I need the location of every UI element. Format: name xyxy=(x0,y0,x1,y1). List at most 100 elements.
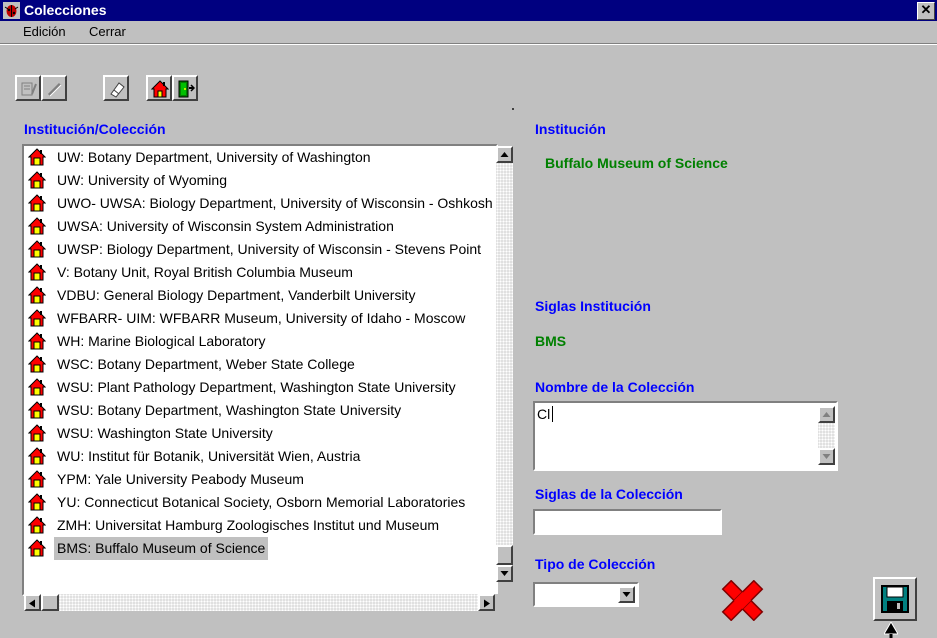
list-item-label: UW: Botany Department, University of Was… xyxy=(57,149,371,165)
list-item[interactable]: WSU: Washington State University xyxy=(24,422,494,445)
institution-house-icon xyxy=(28,217,46,235)
list-item-label: BMS: Buffalo Museum of Science xyxy=(54,537,269,560)
arrow-left-icon xyxy=(29,599,35,608)
toolbar-eraser-button[interactable] xyxy=(103,75,129,101)
menu-edicion-label: Edición xyxy=(23,24,66,39)
list-vertical-thumb[interactable] xyxy=(496,545,513,565)
dot-artifact xyxy=(512,108,514,110)
institution-house-icon xyxy=(28,539,46,557)
arrow-down-icon xyxy=(822,454,831,459)
toolbar-institution-button[interactable] xyxy=(146,75,172,101)
list-item[interactable]: YU: Connecticut Botanical Society, Osbor… xyxy=(24,491,494,514)
list-item[interactable]: BMS: Buffalo Museum of Science xyxy=(24,537,494,560)
close-window-button[interactable]: ✕ xyxy=(917,2,935,20)
institution-house-icon xyxy=(151,80,169,98)
window-title: Colecciones xyxy=(24,2,107,18)
institution-house-icon xyxy=(28,332,46,350)
list-item-label: WSU: Washington State University xyxy=(57,425,273,441)
list-item-label: WSC: Botany Department, Weber State Coll… xyxy=(57,356,355,372)
scroll-down-button[interactable] xyxy=(496,565,513,582)
tipo-coleccion-select[interactable] xyxy=(533,582,639,607)
institution-house-icon xyxy=(28,424,46,442)
list-item-label: V: Botany Unit, Royal British Columbia M… xyxy=(57,264,353,280)
list-item-label: ZMH: Universitat Hamburg Zoologisches In… xyxy=(57,517,440,533)
floppy-disk-icon xyxy=(881,585,909,613)
menu-cerrar-label: Cerrar xyxy=(89,24,126,39)
institution-house-icon xyxy=(28,194,46,212)
list-item-label: UW: University of Wyoming xyxy=(57,172,227,188)
list-item[interactable]: V: Botany Unit, Royal British Columbia M… xyxy=(24,261,494,284)
nombre-coleccion-text: Cl xyxy=(537,406,551,422)
institution-house-icon xyxy=(28,240,46,258)
institution-house-icon xyxy=(28,309,46,327)
cancel-button[interactable] xyxy=(718,580,767,621)
list-item-label: YU: Connecticut Botanical Society, Osbor… xyxy=(57,494,466,510)
scroll-right-button[interactable] xyxy=(478,594,495,611)
list-item[interactable]: WSC: Botany Department, Weber State Coll… xyxy=(24,353,494,376)
mouse-cursor-icon xyxy=(884,622,898,638)
list-item[interactable]: UW: Botany Department, University of Was… xyxy=(24,146,494,169)
siglas-coleccion-label: Siglas de la Colección xyxy=(535,486,683,502)
list-item[interactable]: WSU: Plant Pathology Department, Washing… xyxy=(24,376,494,399)
arrow-down-icon xyxy=(500,571,509,576)
list-item[interactable]: YPM: Yale University Peabody Museum xyxy=(24,468,494,491)
scroll-up-button[interactable] xyxy=(496,146,513,163)
menu-edicion[interactable]: Edición xyxy=(23,24,66,40)
tipo-dropdown-button[interactable] xyxy=(618,586,635,603)
save-button[interactable] xyxy=(873,577,917,621)
institution-collection-list[interactable]: UW: Botany Department, University of Was… xyxy=(22,144,498,596)
toolbar-pencil-button[interactable] xyxy=(41,75,67,101)
list-item[interactable]: WU: Institut für Botanik, Universität Wi… xyxy=(24,445,494,468)
nombre-scroll-up-button[interactable] xyxy=(818,406,835,423)
institution-house-icon xyxy=(28,470,46,488)
institution-house-icon xyxy=(28,378,46,396)
list-item[interactable]: UWSP: Biology Department, University of … xyxy=(24,238,494,261)
list-item-label: UWO- UWSA: Biology Department, Universit… xyxy=(57,195,493,211)
institution-house-icon xyxy=(28,516,46,534)
institution-house-icon xyxy=(28,286,46,304)
close-icon: ✕ xyxy=(920,2,932,17)
menu-cerrar[interactable]: Cerrar xyxy=(89,24,126,40)
list-item[interactable]: WSU: Botany Department, Washington State… xyxy=(24,399,494,422)
list-item-label: UWSA: University of Wisconsin System Adm… xyxy=(57,218,394,234)
institution-house-icon xyxy=(28,355,46,373)
siglas-institucion-value: BMS xyxy=(535,333,567,349)
list-item[interactable]: WH: Marine Biological Laboratory xyxy=(24,330,494,353)
list-horizontal-thumb[interactable] xyxy=(41,594,59,611)
nombre-scroll-track[interactable] xyxy=(818,423,835,448)
menu-separator xyxy=(0,43,937,45)
list-item-label: YPM: Yale University Peabody Museum xyxy=(57,471,304,487)
list-item-label: WH: Marine Biological Laboratory xyxy=(57,333,266,349)
list-heading: Institución/Colección xyxy=(24,121,166,137)
arrow-up-icon xyxy=(822,412,831,417)
institution-house-icon xyxy=(28,447,46,465)
toolbar-exit-button[interactable] xyxy=(172,75,198,101)
title-bar: Colecciones ✕ xyxy=(0,0,937,21)
nombre-coleccion-field[interactable]: Cl xyxy=(533,401,838,471)
institution-house-icon xyxy=(28,263,46,281)
nombre-scroll-down-button[interactable] xyxy=(818,448,835,465)
list-item[interactable]: ZMH: Universitat Hamburg Zoologisches In… xyxy=(24,514,494,537)
nombre-coleccion-label: Nombre de la Colección xyxy=(535,379,695,395)
list-item[interactable]: UW: University of Wyoming xyxy=(24,169,494,192)
list-vertical-track[interactable] xyxy=(496,163,513,565)
siglas-coleccion-input[interactable] xyxy=(533,509,722,535)
institution-house-icon xyxy=(28,148,46,166)
scroll-left-button[interactable] xyxy=(24,594,41,611)
institution-house-icon xyxy=(28,493,46,511)
list-item-label: UWSP: Biology Department, University of … xyxy=(57,241,482,257)
arrow-right-icon xyxy=(484,599,490,608)
list-item-label: WSU: Plant Pathology Department, Washing… xyxy=(57,379,456,395)
menu-bar: Edición Cerrar xyxy=(0,21,937,42)
red-x-icon xyxy=(721,580,764,621)
scrollbar-corner xyxy=(495,594,513,611)
list-horizontal-track[interactable] xyxy=(59,594,478,611)
siglas-institucion-label: Siglas Institución xyxy=(535,298,651,314)
list-item[interactable]: VDBU: General Biology Department, Vander… xyxy=(24,284,494,307)
list-item-label: WSU: Botany Department, Washington State… xyxy=(57,402,402,418)
list-item[interactable]: UWSA: University of Wisconsin System Adm… xyxy=(24,215,494,238)
list-item[interactable]: WFBARR- UIM: WFBARR Museum, University o… xyxy=(24,307,494,330)
toolbar-edit-record-button[interactable] xyxy=(15,75,41,101)
list-item[interactable]: UWO- UWSA: Biology Department, Universit… xyxy=(24,192,494,215)
list-item-label: WFBARR- UIM: WFBARR Museum, University o… xyxy=(57,310,466,326)
